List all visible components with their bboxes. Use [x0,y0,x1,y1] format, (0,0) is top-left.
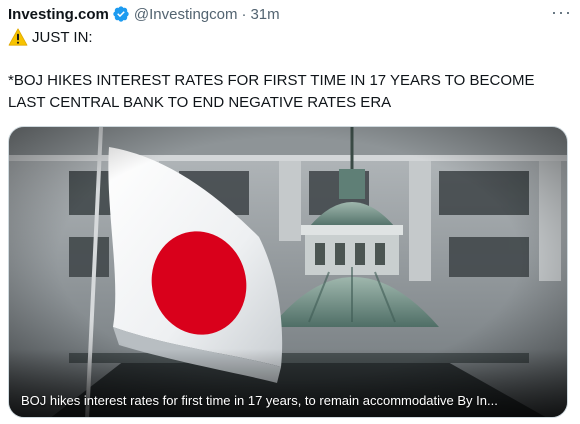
tweet-line1: JUST IN: [8,28,93,46]
media-caption: BOJ hikes interest rates for first time … [21,393,498,408]
author-handle[interactable]: @Investingcom [134,6,238,23]
media-image [9,127,567,417]
tweet-media-card[interactable]: BOJ hikes interest rates for first time … [8,126,568,418]
more-icon[interactable]: ··· [551,2,572,23]
warning-icon [8,28,28,46]
author-name[interactable]: Investing.com [8,6,109,23]
verified-badge-icon [113,6,129,22]
separator-dot: · [241,5,247,23]
just-in-label: JUST IN: [32,28,93,46]
tweet-body: *BOJ HIKES INTEREST RATES FOR FIRST TIME… [8,72,535,111]
timestamp[interactable]: 31m [250,6,279,23]
tweet-header: Investing.com @Investingcom · 31m [8,4,572,24]
